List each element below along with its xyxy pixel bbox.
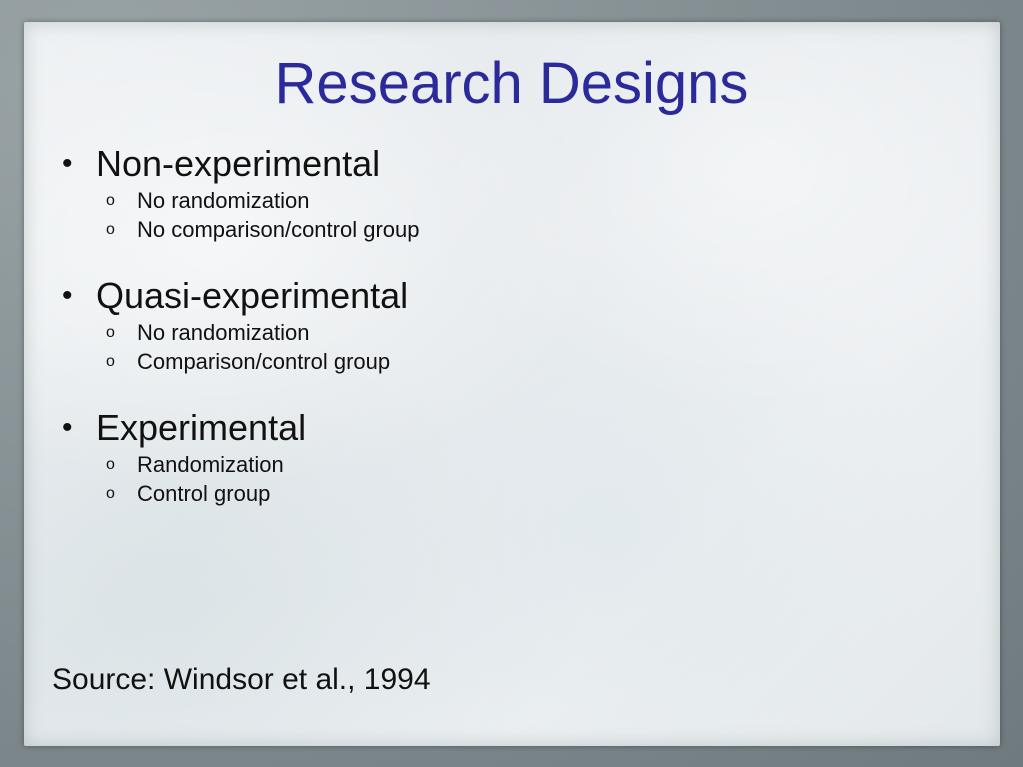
bullet-item: • Non-experimental bbox=[62, 142, 962, 186]
bullet-group-non-experimental: • Non-experimental o No randomization o … bbox=[62, 142, 962, 244]
bullet-label: Experimental bbox=[96, 407, 307, 448]
bullet-item: • Quasi-experimental bbox=[62, 274, 962, 318]
bullet-label: Non-experimental bbox=[96, 143, 381, 184]
sub-bullet-text: Randomization bbox=[137, 451, 284, 477]
sub-bullet-text: No randomization bbox=[137, 319, 310, 345]
sub-bullet-circle-icon: o bbox=[106, 485, 115, 502]
sub-bullet-text: No comparison/control group bbox=[137, 216, 420, 242]
sub-bullet-item: o Randomization bbox=[62, 450, 962, 479]
sub-bullet-circle-icon: o bbox=[106, 353, 115, 370]
sub-bullet-circle-icon: o bbox=[106, 192, 115, 209]
bullet-list: • Non-experimental o No randomization o … bbox=[62, 142, 962, 538]
sub-bullet-text: No randomization bbox=[137, 187, 310, 213]
bullet-group-experimental: • Experimental o Randomization o Control… bbox=[62, 406, 962, 508]
slide-title: Research Designs bbox=[274, 51, 749, 116]
sub-bullet-item: o No randomization bbox=[62, 186, 962, 215]
sub-bullet-item: o Control group bbox=[62, 479, 962, 508]
sub-bullet-text: Comparison/control group bbox=[137, 348, 391, 374]
sub-bullet-circle-icon: o bbox=[106, 221, 115, 238]
sub-bullet-text: Control group bbox=[137, 480, 271, 506]
bullet-label: Quasi-experimental bbox=[96, 275, 409, 316]
sub-bullet-item: o No comparison/control group bbox=[62, 215, 962, 244]
bullet-dot-icon: • bbox=[62, 411, 73, 444]
bullet-dot-icon: • bbox=[62, 147, 73, 180]
sub-bullet-circle-icon: o bbox=[106, 456, 115, 473]
bullet-item: • Experimental bbox=[62, 406, 962, 450]
bullet-dot-icon: • bbox=[62, 279, 73, 312]
sub-bullet-item: o Comparison/control group bbox=[62, 347, 962, 376]
sub-bullet-item: o No randomization bbox=[62, 318, 962, 347]
bullet-group-quasi-experimental: • Quasi-experimental o No randomization … bbox=[62, 274, 962, 376]
source-citation: Source: Windsor et al., 1994 bbox=[52, 663, 431, 696]
sub-bullet-circle-icon: o bbox=[106, 324, 115, 341]
